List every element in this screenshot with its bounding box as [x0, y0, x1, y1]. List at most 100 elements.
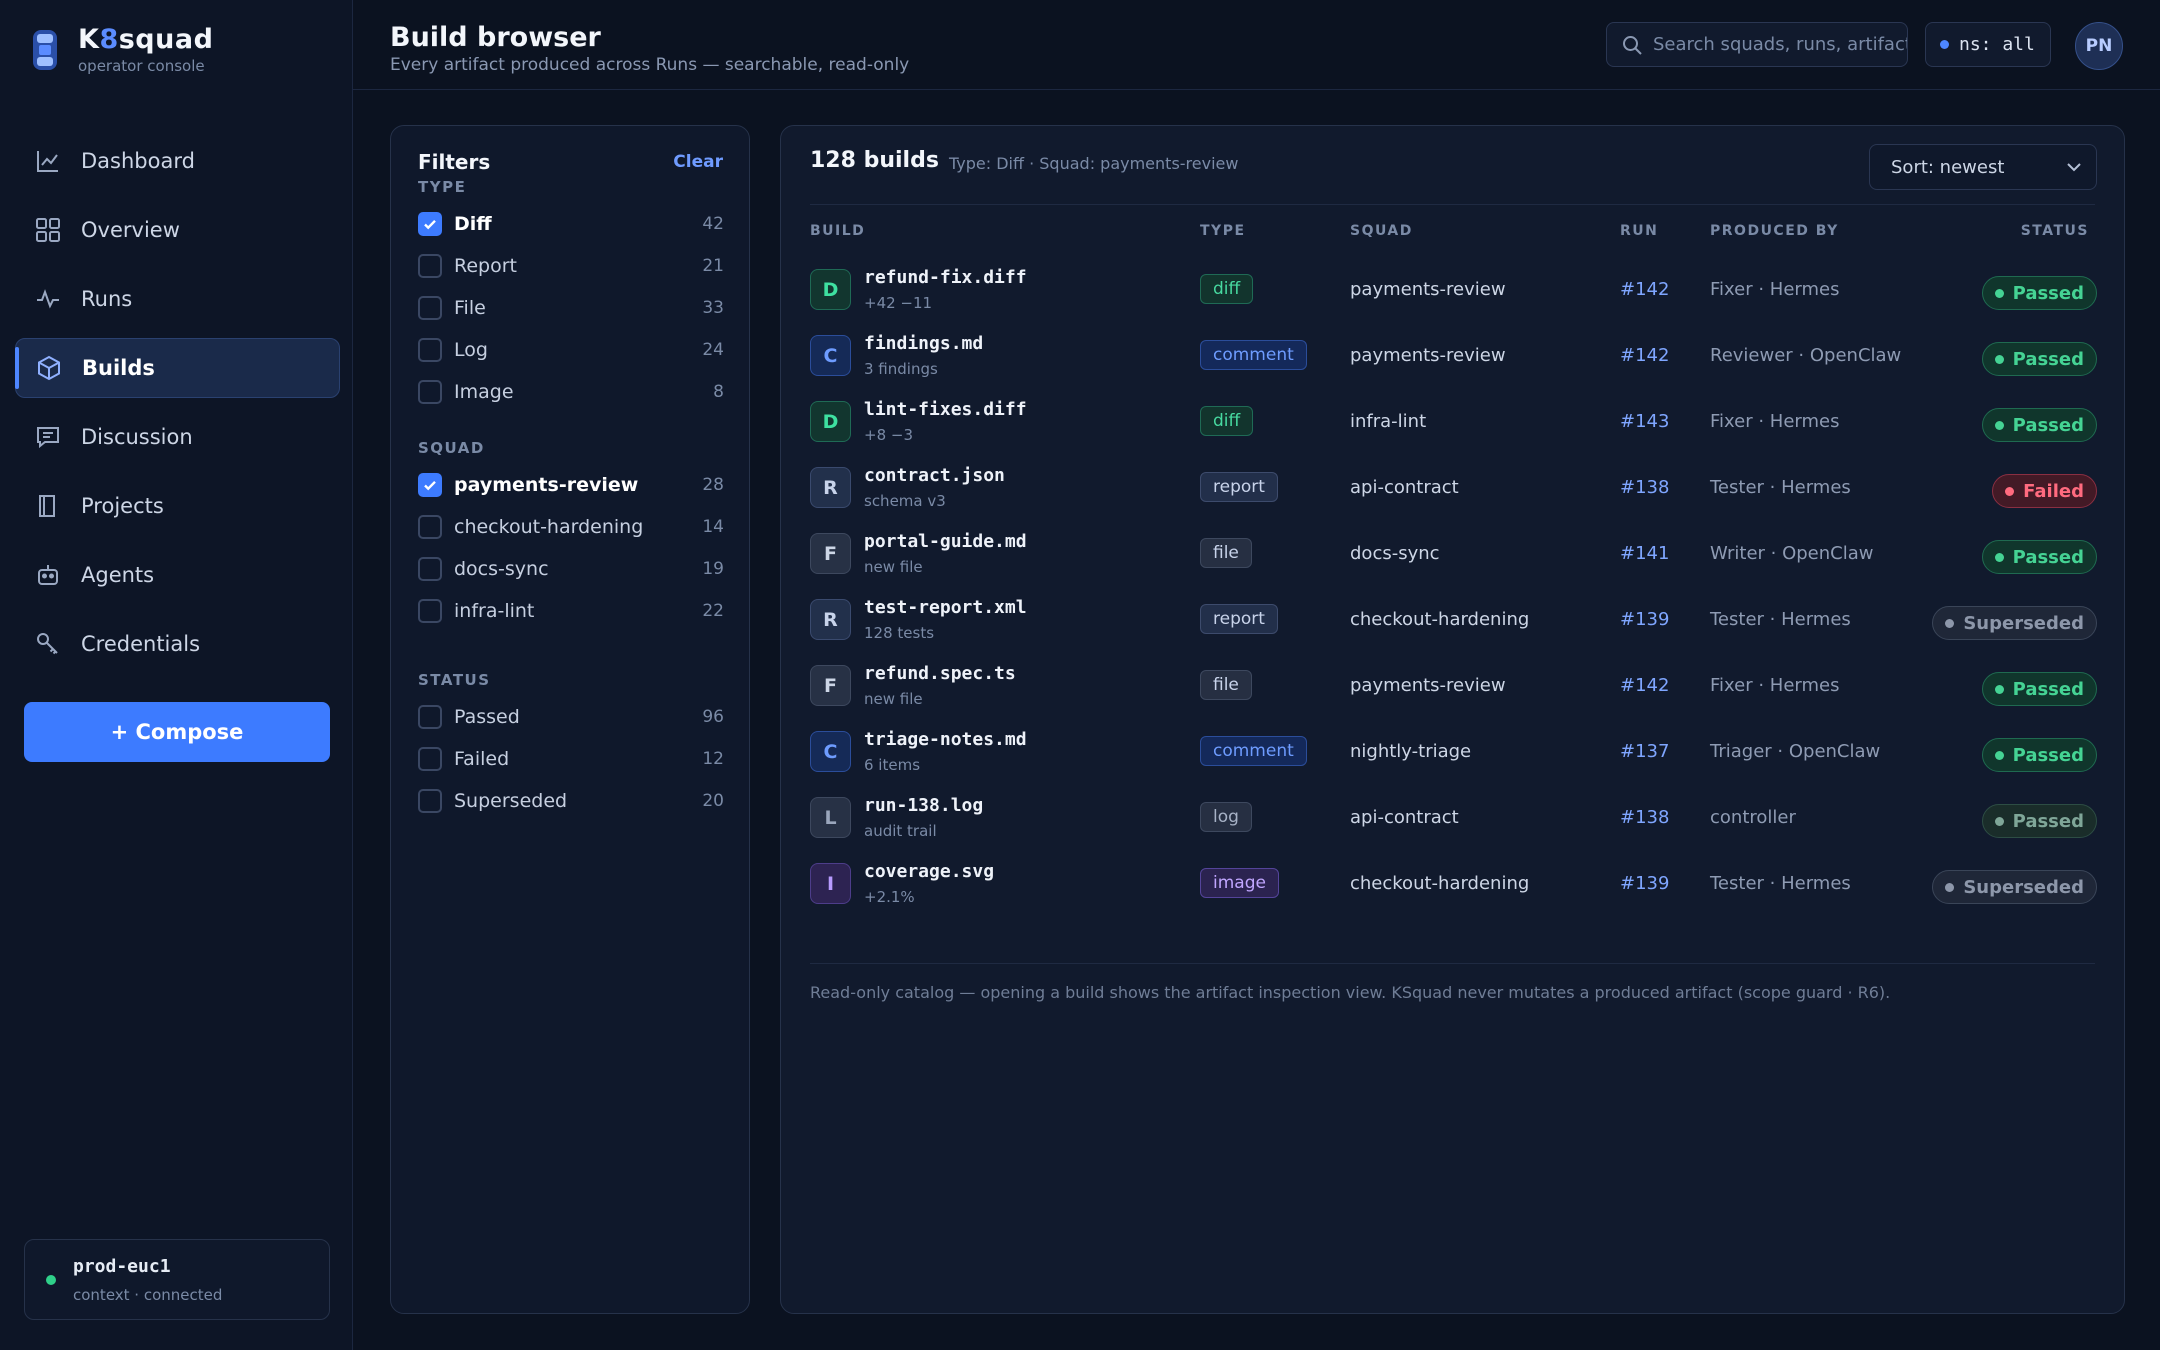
- build-name[interactable]: triage-notes.md: [864, 729, 1027, 750]
- build-name[interactable]: contract.json: [864, 465, 1005, 486]
- search-input[interactable]: [1653, 34, 1907, 55]
- nav-item-overview[interactable]: Overview: [15, 200, 340, 260]
- build-name[interactable]: refund-fix.diff: [864, 267, 1027, 288]
- compose-button[interactable]: + Compose: [24, 702, 330, 762]
- table-row[interactable]: Frefund.spec.ts new file file payments-revi…: [810, 655, 2097, 721]
- checkbox[interactable]: [418, 599, 442, 623]
- clear-filters-link[interactable]: Clear: [673, 152, 723, 172]
- build-name[interactable]: lint-fixes.diff: [864, 399, 1027, 420]
- nav-item-agents[interactable]: Agents: [15, 545, 340, 605]
- search-box[interactable]: [1606, 22, 1908, 67]
- pulse-icon: [33, 284, 63, 314]
- build-type-badge: L: [810, 797, 851, 838]
- produced-by: Fixer · Hermes: [1710, 411, 1840, 432]
- run-link[interactable]: #142: [1620, 675, 1669, 696]
- status-badge: Failed: [1992, 474, 2097, 508]
- type-tag: file: [1200, 538, 1252, 568]
- run-link[interactable]: #142: [1620, 345, 1669, 366]
- nav-label: Agents: [81, 563, 155, 587]
- status-label: Passed: [2012, 744, 2084, 766]
- build-name[interactable]: portal-guide.md: [864, 531, 1027, 552]
- run-link[interactable]: #142: [1620, 279, 1669, 300]
- run-link[interactable]: #141: [1620, 543, 1669, 564]
- filter-option-docs-sync[interactable]: docs-sync 19: [418, 554, 724, 584]
- nav-item-projects[interactable]: Projects: [15, 476, 340, 536]
- filter-option-diff[interactable]: Diff 42: [418, 209, 724, 239]
- table-row[interactable]: Lrun-138.log audit trail log api-contract #1…: [810, 787, 2097, 853]
- column-header-squad[interactable]: SQUAD: [1350, 223, 1413, 239]
- table-row[interactable]: Cfindings.md 3 findings comment payments-re…: [810, 325, 2097, 391]
- build-name[interactable]: coverage.svg: [864, 861, 994, 882]
- nav-item-runs[interactable]: Runs: [15, 269, 340, 329]
- filter-option-image[interactable]: Image 8: [418, 377, 724, 407]
- table-row[interactable]: Rcontract.json schema v3 report api-contrac…: [810, 457, 2097, 523]
- build-name[interactable]: findings.md: [864, 333, 983, 354]
- filter-option-count: 22: [702, 601, 724, 621]
- build-name[interactable]: test-report.xml: [864, 597, 1027, 618]
- checkbox-checked[interactable]: [418, 473, 442, 497]
- run-link[interactable]: #138: [1620, 807, 1669, 828]
- table-row[interactable]: Fportal-guide.md new file file docs-sync #14…: [810, 523, 2097, 589]
- checkbox[interactable]: [418, 254, 442, 278]
- namespace-selector[interactable]: ns: all: [1925, 22, 2051, 67]
- run-link[interactable]: #139: [1620, 873, 1669, 894]
- checkbox[interactable]: [418, 338, 442, 362]
- filter-option-log[interactable]: Log 24: [418, 335, 724, 365]
- run-link[interactable]: #137: [1620, 741, 1669, 762]
- table-row[interactable]: Drefund-fix.diff +42 −11 diff payments-revi…: [810, 259, 2097, 325]
- filter-option-file[interactable]: File 33: [418, 293, 724, 323]
- status-badge: Superseded: [1932, 870, 2097, 904]
- column-header-build[interactable]: BUILD: [810, 223, 865, 239]
- build-name[interactable]: refund.spec.ts: [864, 663, 1016, 684]
- column-header-produced-by[interactable]: PRODUCED BY: [1710, 223, 1839, 239]
- context-name: prod-euc1: [73, 1256, 171, 1277]
- nav-item-credentials[interactable]: Credentials: [15, 614, 340, 674]
- run-link[interactable]: #143: [1620, 411, 1669, 432]
- status-label: Passed: [2012, 810, 2084, 832]
- table-row[interactable]: Icoverage.svg +2.1% image checkout-hardenin…: [810, 853, 2097, 919]
- filter-option-infra-lint[interactable]: infra-lint 22: [418, 596, 724, 626]
- sort-dropdown[interactable]: Sort: newest: [1869, 144, 2097, 190]
- nav-label: Dashboard: [81, 149, 195, 173]
- run-link[interactable]: #139: [1620, 609, 1669, 630]
- nav-item-builds[interactable]: Builds: [15, 338, 340, 398]
- build-type-badge: C: [810, 731, 851, 772]
- column-header-type[interactable]: TYPE: [1200, 223, 1246, 239]
- build-type-badge: I: [810, 863, 851, 904]
- build-name[interactable]: run-138.log: [864, 795, 983, 816]
- checkbox[interactable]: [418, 789, 442, 813]
- build-type-badge: F: [810, 665, 851, 706]
- brand[interactable]: K8squad operator console: [30, 24, 213, 75]
- filter-option-failed[interactable]: Failed 12: [418, 744, 724, 774]
- chart-line-icon: [33, 146, 63, 176]
- run-link[interactable]: #138: [1620, 477, 1669, 498]
- main-nav: Dashboard Overview Runs Builds Discussio…: [15, 131, 340, 683]
- filter-option-label: docs-sync: [454, 558, 549, 580]
- filter-option-passed[interactable]: Passed 96: [418, 702, 724, 732]
- checkbox-checked[interactable]: [418, 212, 442, 236]
- checkbox[interactable]: [418, 296, 442, 320]
- nav-item-dashboard[interactable]: Dashboard: [15, 131, 340, 191]
- column-header-run[interactable]: RUN: [1620, 223, 1658, 239]
- squad-name: payments-review: [1350, 279, 1506, 300]
- table-row[interactable]: Rtest-report.xml 128 tests report checkout-…: [810, 589, 2097, 655]
- table-row[interactable]: Ctriage-notes.md 6 items comment nightly-tr…: [810, 721, 2097, 787]
- checkbox[interactable]: [418, 557, 442, 581]
- user-avatar[interactable]: PN: [2075, 22, 2123, 70]
- builds-panel: 128 builds Type: Diff · Squad: payments-…: [780, 125, 2125, 1314]
- filter-option-payments-review[interactable]: payments-review 28: [418, 470, 724, 500]
- cluster-context[interactable]: prod-euc1 context · connected: [24, 1239, 330, 1320]
- filter-option-count: 19: [702, 559, 724, 579]
- nav-item-discussion[interactable]: Discussion: [15, 407, 340, 467]
- filter-option-superseded[interactable]: Superseded 20: [418, 786, 724, 816]
- checkbox[interactable]: [418, 380, 442, 404]
- build-detail: +8 −3: [864, 426, 913, 444]
- column-header-status[interactable]: STATUS: [2021, 223, 2089, 239]
- filter-option-report[interactable]: Report 21: [418, 251, 724, 281]
- checkbox[interactable]: [418, 747, 442, 771]
- filter-option-checkout-hardening[interactable]: checkout-hardening 14: [418, 512, 724, 542]
- brand-subtitle: operator console: [78, 57, 205, 75]
- table-row[interactable]: Dlint-fixes.diff +8 −3 diff infra-lint #143 F…: [810, 391, 2097, 457]
- checkbox[interactable]: [418, 515, 442, 539]
- checkbox[interactable]: [418, 705, 442, 729]
